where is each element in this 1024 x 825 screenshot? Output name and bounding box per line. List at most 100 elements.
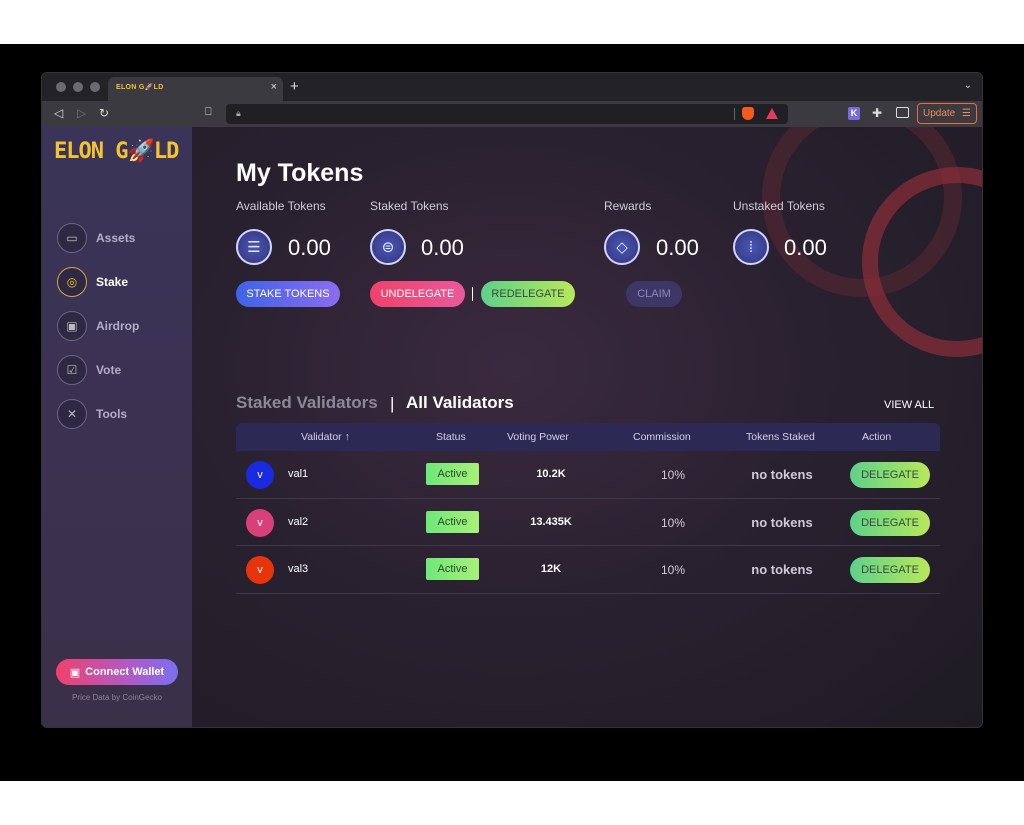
sidebar-item-assets[interactable]: ▭ Assets — [57, 223, 135, 253]
voting-power: 10.2K — [536, 468, 566, 480]
column-header-commission: Commission — [633, 431, 691, 443]
maximize-window-button[interactable] — [90, 82, 100, 92]
bookmark-icon[interactable]: ⎕ — [205, 106, 212, 119]
rewards-label: Rewards — [604, 199, 652, 213]
validator-name[interactable]: val3 — [288, 563, 308, 575]
reload-icon[interactable]: ↻ — [99, 106, 109, 120]
keplr-extension-icon[interactable]: K — [848, 107, 860, 120]
app-logo[interactable]: ELON G🚀LD — [54, 139, 179, 164]
rewards-value: 0.00 — [656, 235, 699, 260]
tab-divider: | — [390, 394, 395, 413]
browser-tab[interactable]: ELON G🚀LD × — [108, 77, 283, 101]
status-badge: Active — [426, 463, 479, 485]
forward-icon[interactable]: ▷ — [77, 106, 86, 120]
coins-icon: ◎ — [57, 267, 87, 297]
column-header-action: Action — [862, 431, 892, 443]
sidebar-item-airdrop[interactable]: ▣ Airdrop — [57, 311, 139, 341]
commission: 10% — [660, 468, 686, 482]
connect-wallet-button[interactable]: ▣ Connect Wallet — [56, 659, 178, 685]
table-row: v val3 Active 12K 10% no tokens DELEGATE — [236, 546, 940, 594]
coin-stack-icon: ☰ — [236, 229, 272, 265]
tokens-staked: no tokens — [751, 467, 813, 482]
sidebar-item-label: Vote — [96, 363, 122, 377]
tab-bar: ELON G🚀LD × + ⌄ — [42, 73, 982, 101]
address-bar[interactable]: 🔒︎ — [226, 104, 788, 124]
table-row: v val1 Active 10.2K 10% no tokens DELEGA… — [236, 451, 940, 499]
tab-all-validators[interactable]: All Validators — [406, 393, 514, 413]
delegate-button[interactable]: DELEGATE — [850, 462, 930, 488]
table-row: v val2 Active 13.435K 10% no tokens DELE… — [236, 499, 940, 546]
voting-power: 13.435K — [530, 515, 572, 528]
gift-icon: ▣ — [57, 311, 87, 341]
claim-button[interactable]: CLAIM — [626, 281, 682, 307]
address-divider — [734, 108, 735, 120]
sidebar-item-tools[interactable]: ✕ Tools — [57, 399, 127, 429]
commission: 10% — [660, 563, 686, 577]
tokens-staked: no tokens — [751, 562, 813, 577]
validator-name[interactable]: val2 — [288, 516, 308, 528]
validator-avatar: v — [246, 461, 274, 489]
extensions-icon[interactable]: ✚ — [872, 106, 882, 120]
screenshot-frame: ELON G🚀LD × + ⌄ ◁ ▷ ↻ ⎕ 🔒︎ K ✚ Update ☰ — [0, 44, 1024, 781]
delegate-button[interactable]: DELEGATE — [850, 557, 930, 583]
unstaked-coin-icon: ⁞ — [733, 229, 769, 265]
undelegate-button[interactable]: UNDELEGATE — [370, 281, 465, 307]
sidebar-item-label: Tools — [96, 407, 128, 421]
table-header: Validator ↑ Status Voting Power Commissi… — [236, 423, 940, 451]
commission: 10% — [660, 515, 686, 530]
sidebar-item-label: Airdrop — [96, 319, 140, 333]
sidebar-item-vote[interactable]: ☑ Vote — [57, 355, 121, 385]
validator-avatar: v — [246, 508, 274, 537]
price-data-note: Price Data by CoinGecko — [72, 693, 162, 702]
nav-bar: ◁ ▷ ↻ ⎕ 🔒︎ K ✚ Update ☰ — [42, 101, 982, 127]
status-badge: Active — [426, 558, 479, 580]
view-all-link[interactable]: VIEW ALL — [884, 399, 934, 411]
update-button[interactable]: Update ☰ — [917, 103, 977, 124]
status-badge: Active — [426, 510, 479, 533]
browser-window: ELON G🚀LD × + ⌄ ◁ ▷ ↻ ⎕ 🔒︎ K ✚ Update ☰ — [41, 72, 983, 728]
tokens-staked: no tokens — [751, 514, 813, 530]
button-divider — [472, 287, 473, 301]
sidebar-item-stake[interactable]: ◎ Stake — [57, 267, 128, 297]
sidebar-item-label: Stake — [96, 275, 129, 289]
wallet-icon: ▭ — [57, 223, 87, 253]
staked-coin-icon: ⊜ — [370, 229, 406, 265]
unstaked-tokens-value: 0.00 — [784, 235, 827, 260]
diamond-icon: ◇ — [604, 229, 640, 265]
available-tokens-value: 0.00 — [288, 235, 331, 260]
staked-tokens-value: 0.00 — [421, 235, 464, 260]
stake-tokens-button[interactable]: STAKE TOKENS — [236, 281, 340, 307]
close-tab-icon[interactable]: × — [271, 81, 277, 93]
window-controls[interactable] — [56, 82, 100, 92]
update-label: Update — [923, 108, 956, 119]
chevron-down-icon[interactable]: ⌄ — [964, 80, 972, 91]
column-header-tokens-staked: Tokens Staked — [746, 431, 815, 443]
brave-rewards-icon[interactable] — [766, 108, 778, 119]
tab-title: ELON G🚀LD — [116, 84, 164, 91]
voting-power: 12K — [540, 563, 562, 575]
column-header-status: Status — [436, 431, 466, 443]
column-header-voting-power: Voting Power — [507, 431, 569, 443]
wallet-icon: ▣ — [69, 666, 81, 679]
minimize-window-button[interactable] — [73, 82, 83, 92]
staked-tokens-label: Staked Tokens — [370, 199, 449, 213]
available-tokens-label: Available Tokens — [236, 199, 326, 213]
tab-staked-validators[interactable]: Staked Validators — [236, 393, 378, 413]
delegate-button[interactable]: DELEGATE — [850, 509, 930, 536]
close-window-button[interactable] — [56, 82, 66, 92]
wallet-extension-icon[interactable] — [896, 107, 909, 118]
redelegate-button[interactable]: REDELEGATE — [481, 281, 575, 307]
unstaked-tokens-label: Unstaked Tokens — [733, 199, 825, 213]
brave-shield-icon[interactable] — [742, 107, 754, 120]
new-tab-icon[interactable]: + — [290, 78, 299, 95]
app-content: ELON G🚀LD ▭ Assets ◎ Stake ▣ Airdrop ☑ V… — [42, 127, 982, 727]
tools-icon: ✕ — [57, 399, 87, 429]
sidebar: ELON G🚀LD ▭ Assets ◎ Stake ▣ Airdrop ☑ V… — [42, 127, 192, 727]
back-icon[interactable]: ◁ — [54, 106, 63, 120]
menu-icon[interactable]: ☰ — [962, 104, 971, 123]
column-header-validator[interactable]: Validator ↑ — [301, 431, 350, 443]
validator-name[interactable]: val1 — [288, 468, 308, 480]
validator-avatar: v — [246, 556, 274, 584]
validators-table: Validator ↑ Status Voting Power Commissi… — [236, 423, 940, 594]
lock-icon: 🔒︎ — [236, 108, 241, 118]
